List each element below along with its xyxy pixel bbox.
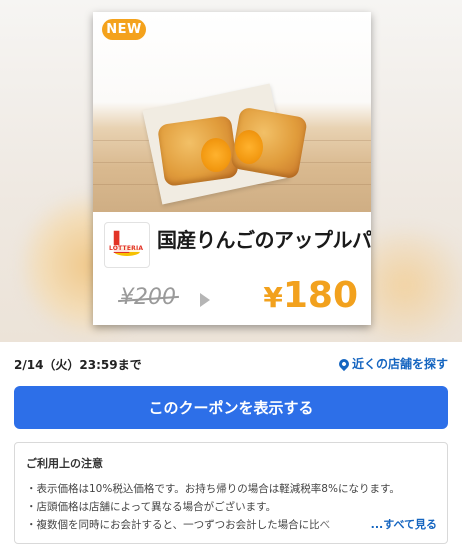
- lotteria-logo: L LOTTERIA: [104, 222, 150, 268]
- show-coupon-button[interactable]: このクーポンを表示する: [14, 386, 448, 429]
- find-nearby-stores-link[interactable]: 近くの店舗を探す: [336, 355, 448, 372]
- product-name: 国産りんごのアップルパイ: [157, 228, 371, 252]
- see-all-link[interactable]: ...すべて見る: [371, 516, 437, 532]
- usage-notes: ご利用上の注意 ・表示価格は10%税込価格です。お持ち帰りの場合は軽減税率8%に…: [14, 442, 448, 544]
- coupon-card[interactable]: NEW L LOTTERIA 国産りんごのアップルパイ ¥200 ¥180: [93, 12, 371, 325]
- map-pin-icon: [336, 356, 352, 371]
- price-value: 180: [282, 275, 358, 316]
- old-price: ¥200: [120, 285, 176, 310]
- notes-title: ご利用上の注意: [26, 457, 103, 470]
- expiry-date: 2/14（火）23:59まで: [14, 358, 142, 372]
- new-price: ¥180: [263, 275, 358, 316]
- new-badge: NEW: [102, 19, 146, 40]
- note-line: ・店頭価格は店舗によって異なる場合がございます。: [26, 501, 277, 513]
- note-line: ・表示価格は10%税込価格です。お持ち帰りの場合は軽減税率8%になります。: [26, 483, 400, 495]
- price-currency: ¥: [263, 281, 283, 314]
- find-nearby-label: 近くの店舗を探す: [351, 357, 448, 371]
- chevron-right-icon: [200, 293, 210, 307]
- logo-text: LOTTERIA: [109, 245, 144, 252]
- product-photo: [93, 12, 371, 212]
- coupon-hero: NEW L LOTTERIA 国産りんごのアップルパイ ¥200 ¥180: [0, 0, 462, 342]
